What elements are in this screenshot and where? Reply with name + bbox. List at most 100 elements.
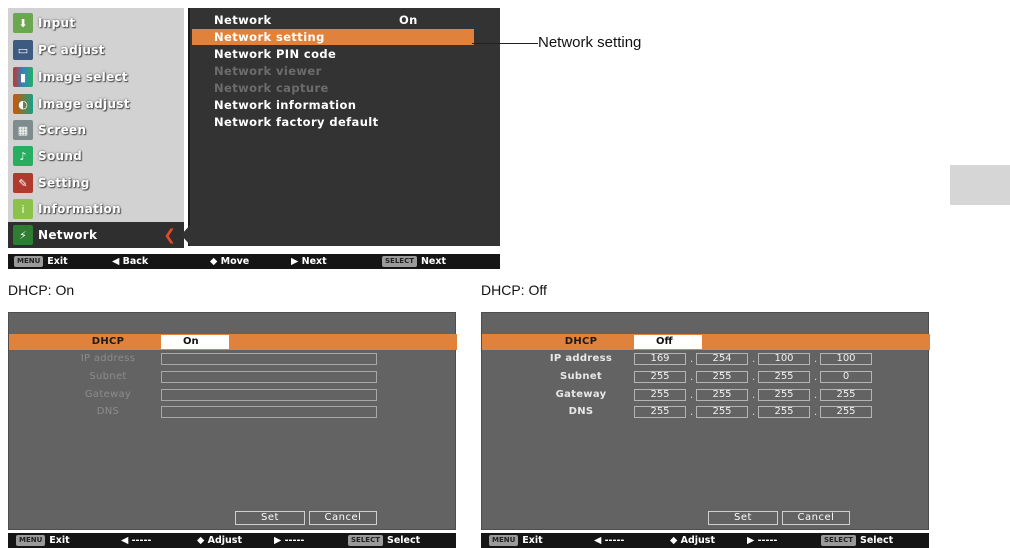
footer-select: SELECT Select bbox=[821, 535, 893, 546]
menu-key-icon: MENU bbox=[16, 535, 46, 546]
dns-octet-2[interactable]: 255 bbox=[696, 406, 748, 418]
octet-separator: . bbox=[814, 407, 818, 418]
menu-item-label: Setting bbox=[38, 176, 90, 190]
dns-octet-4[interactable]: 255 bbox=[820, 406, 872, 418]
footer-exit: MENU Exit bbox=[16, 535, 70, 546]
gateway-octet-1[interactable]: 255 bbox=[634, 389, 686, 401]
menu-item-network[interactable]: ⚡ Network ❮ bbox=[8, 222, 184, 248]
screen-icon: ▦ bbox=[13, 120, 33, 140]
ip-address-field bbox=[161, 353, 377, 365]
octet-separator: . bbox=[752, 372, 756, 383]
subnet-octet-3[interactable]: 255 bbox=[758, 371, 810, 383]
menu-item-label: Image select bbox=[38, 70, 128, 84]
menu-item-label: Information bbox=[38, 202, 121, 216]
footer-select: SELECT Select bbox=[348, 535, 420, 546]
octet-separator: . bbox=[690, 407, 694, 418]
submenu-item-network-setting[interactable]: Network setting bbox=[192, 29, 474, 45]
dhcp-label: DHCP bbox=[564, 336, 598, 347]
projector-menu: ⬇ Input ▭ PC adjust ▮ Image select ◐ Ima… bbox=[8, 8, 500, 269]
footer-adjust: ◆ Adjust bbox=[197, 535, 242, 546]
chevron-left-icon: ❮ bbox=[163, 226, 176, 244]
select-key-icon: SELECT bbox=[348, 535, 383, 546]
submenu-item-label: Network information bbox=[214, 98, 357, 112]
set-button[interactable]: Set bbox=[708, 511, 778, 525]
subnet-octet-2[interactable]: 255 bbox=[696, 371, 748, 383]
pc-adjust-icon: ▭ bbox=[13, 40, 33, 60]
menu-item-sound[interactable]: ♪ Sound bbox=[8, 143, 184, 169]
submenu-item-label: Network capture bbox=[214, 81, 329, 95]
gateway-octet-2[interactable]: 255 bbox=[696, 389, 748, 401]
caption-dhcp-off: DHCP: Off bbox=[481, 282, 547, 298]
dhcp-row[interactable]: DHCP On bbox=[9, 334, 457, 350]
select-key-icon: SELECT bbox=[382, 256, 417, 267]
dialog-body: DHCP Off IP address 169 . 254 . 100 . 10… bbox=[481, 312, 930, 530]
dhcp-off-dialog: DHCP Off IP address 169 . 254 . 100 . 10… bbox=[481, 312, 930, 548]
dns-label: DNS bbox=[568, 406, 594, 417]
dialog-body: DHCP On IP address Subnet Gateway DNS Se… bbox=[8, 312, 457, 530]
dhcp-value[interactable]: Off bbox=[634, 335, 702, 349]
submenu-item-label: Network setting bbox=[214, 30, 325, 44]
subnet-octet-4[interactable]: 0 bbox=[820, 371, 872, 383]
image-adjust-icon: ◐ bbox=[13, 94, 33, 114]
subnet-field bbox=[161, 371, 377, 383]
menu-item-input[interactable]: ⬇ Input bbox=[8, 10, 184, 36]
menu-item-image-adjust[interactable]: ◐ Image adjust bbox=[8, 91, 184, 117]
annotation-label: Network setting bbox=[538, 34, 642, 51]
ip-octet-4[interactable]: 100 bbox=[820, 353, 872, 365]
dhcp-row[interactable]: DHCP Off bbox=[482, 334, 930, 350]
menu-item-setting[interactable]: ✎ Setting bbox=[8, 170, 184, 196]
menu-item-label: Network bbox=[38, 228, 98, 242]
octet-separator: . bbox=[690, 390, 694, 401]
menu-key-icon: MENU bbox=[489, 535, 519, 546]
cancel-button[interactable]: Cancel bbox=[309, 511, 377, 525]
octet-separator: . bbox=[752, 390, 756, 401]
octet-separator: . bbox=[752, 354, 756, 365]
menu-item-image-select[interactable]: ▮ Image select bbox=[8, 64, 184, 90]
menu-item-label: Input bbox=[38, 16, 76, 30]
setting-icon: ✎ bbox=[13, 173, 33, 193]
subnet-label: Subnet bbox=[560, 371, 602, 382]
network-submenu: Network On Network setting Network PIN c… bbox=[188, 8, 500, 246]
cancel-button[interactable]: Cancel bbox=[782, 511, 850, 525]
submenu-item-network-factory-default[interactable]: Network factory default bbox=[192, 114, 474, 130]
footer-select-label: Select bbox=[859, 535, 894, 546]
submenu-item-network-capture: Network capture bbox=[192, 80, 474, 96]
ip-octet-2[interactable]: 254 bbox=[696, 353, 748, 365]
dns-octet-1[interactable]: 255 bbox=[634, 406, 686, 418]
footer-exit: MENU Exit bbox=[489, 535, 543, 546]
menu-item-label: PC adjust bbox=[38, 43, 105, 57]
main-menu-list: ⬇ Input ▭ PC adjust ▮ Image select ◐ Ima… bbox=[8, 8, 184, 248]
image-select-icon: ▮ bbox=[13, 67, 33, 87]
ip-octet-3[interactable]: 100 bbox=[758, 353, 810, 365]
ip-octet-1[interactable]: 169 bbox=[634, 353, 686, 365]
footer-select-label: Select bbox=[386, 535, 421, 546]
dialog-footer: MENU Exit ◀ ----- ◆ Adjust ▶ ----- SELEC… bbox=[481, 533, 929, 548]
footer-exit-label: Exit bbox=[49, 535, 70, 546]
menu-item-information[interactable]: i Information bbox=[8, 196, 184, 222]
footer-left: ◀ ----- bbox=[594, 535, 625, 546]
footer-adjust: ◆ Adjust bbox=[670, 535, 715, 546]
dns-octet-3[interactable]: 255 bbox=[758, 406, 810, 418]
footer-right: ▶ ----- bbox=[274, 535, 305, 546]
gateway-octet-4[interactable]: 255 bbox=[820, 389, 872, 401]
dhcp-value[interactable]: On bbox=[161, 335, 229, 349]
gateway-octet-3[interactable]: 255 bbox=[758, 389, 810, 401]
menu-key-icon: MENU bbox=[14, 256, 44, 267]
subnet-octet-1[interactable]: 255 bbox=[634, 371, 686, 383]
gateway-label: Gateway bbox=[555, 389, 607, 400]
ip-address-label: IP address bbox=[549, 353, 613, 364]
ip-address-label: IP address bbox=[80, 353, 136, 364]
select-key-icon: SELECT bbox=[821, 535, 856, 546]
menu-item-label: Image adjust bbox=[38, 97, 130, 111]
information-icon: i bbox=[13, 199, 33, 219]
footer-exit-label: Exit bbox=[47, 256, 68, 267]
submenu-item-label: Network viewer bbox=[214, 64, 322, 78]
octet-separator: . bbox=[814, 390, 818, 401]
menu-item-screen[interactable]: ▦ Screen bbox=[8, 117, 184, 143]
octet-separator: . bbox=[814, 354, 818, 365]
menu-item-pc-adjust[interactable]: ▭ PC adjust bbox=[8, 37, 184, 63]
submenu-item-network-pin-code[interactable]: Network PIN code bbox=[192, 46, 474, 62]
set-button[interactable]: Set bbox=[235, 511, 305, 525]
submenu-item-network-information[interactable]: Network information bbox=[192, 97, 474, 113]
submenu-item-network[interactable]: Network On bbox=[192, 12, 474, 28]
